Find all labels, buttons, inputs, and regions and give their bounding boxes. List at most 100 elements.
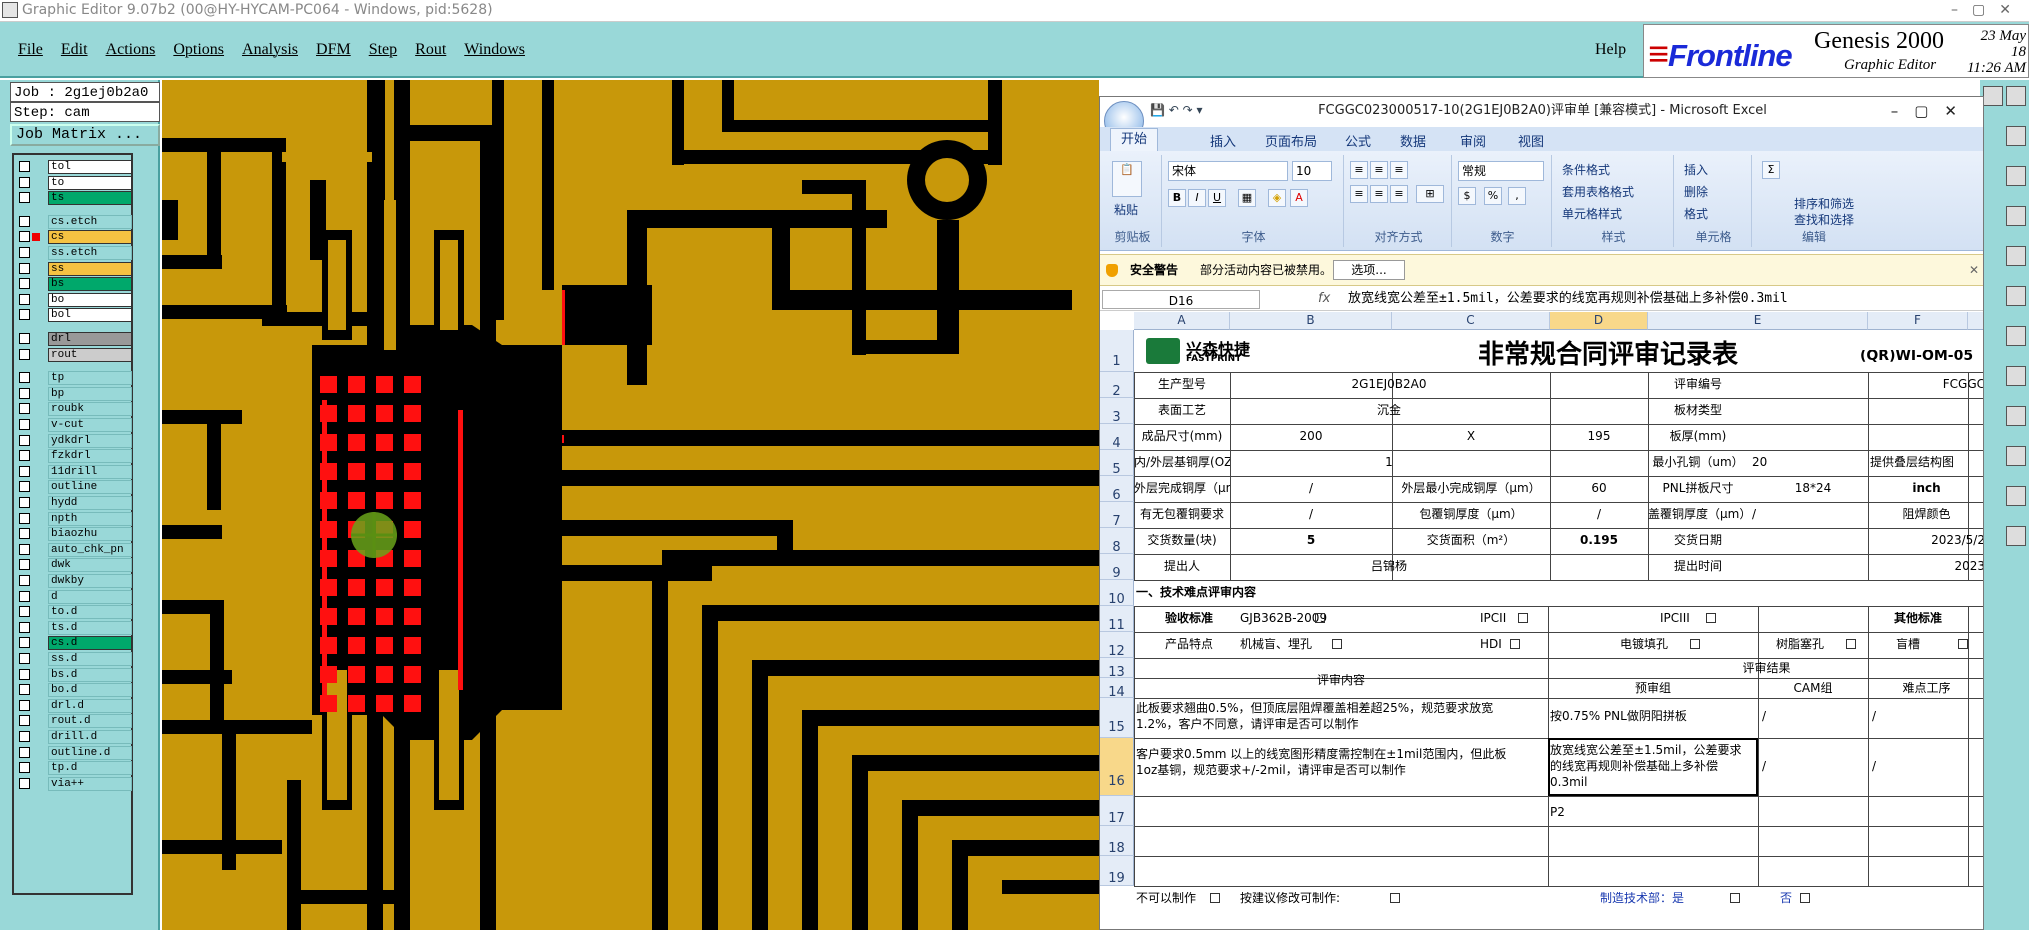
cell[interactable]: 20 [1752, 456, 1852, 469]
align-top-icon[interactable]: ≡ [1350, 161, 1368, 179]
sort-filter-button[interactable]: 排序和筛选 [1794, 197, 1854, 212]
cell[interactable]: PNL拼板尺寸 [1648, 482, 1748, 495]
checkbox[interactable] [1958, 639, 1968, 649]
menu-step[interactable]: Step [369, 41, 397, 59]
checkbox[interactable] [1315, 613, 1325, 623]
layer-name[interactable]: ts.d [48, 620, 132, 635]
zoom-icon[interactable] [1983, 86, 2003, 106]
layer-name[interactable]: auto_chk_pn [48, 542, 132, 557]
cell[interactable]: CAM组 [1758, 682, 1868, 695]
column-header[interactable]: B [1230, 312, 1392, 330]
fill-color-icon[interactable]: ◈ [1268, 189, 1286, 207]
layer-row[interactable]: cs [14, 229, 135, 245]
cell[interactable]: 表面工艺 [1134, 404, 1230, 417]
layer-name[interactable]: tp.d [48, 761, 132, 776]
layer-row[interactable]: auto_chk_pn [14, 542, 135, 557]
row-header[interactable]: 10 [1100, 580, 1134, 607]
layer-checkbox[interactable] [19, 590, 30, 602]
layer-row[interactable]: bs.d [14, 667, 135, 682]
row-header[interactable]: 5 [1100, 450, 1134, 477]
cell[interactable]: 交货日期 [1648, 534, 1748, 547]
underline-icon[interactable]: U [1208, 189, 1226, 207]
layer-checkbox[interactable] [19, 403, 30, 415]
layer-row[interactable]: drl.d [14, 698, 135, 713]
cell[interactable]: FCGGC [1868, 378, 1983, 391]
layer-checkbox[interactable] [19, 699, 30, 711]
layer-checkbox[interactable] [19, 575, 30, 586]
layer-checkbox[interactable] [19, 161, 30, 172]
cell[interactable]: GJB362B-2009 [1240, 612, 1360, 625]
ribbon-tab[interactable]: 插入 [1210, 131, 1236, 150]
column-header[interactable]: F [1868, 312, 1968, 330]
layer-row[interactable]: outline.d [14, 745, 135, 760]
layer-row[interactable]: fzkdrl [14, 448, 135, 464]
layer-name[interactable]: bo.d [48, 683, 132, 698]
row-header[interactable]: 14 [1100, 678, 1134, 700]
ribbon-tab[interactable]: 页面布局 [1265, 131, 1317, 150]
cell[interactable]: 此板要求翘曲0.5%，但顶底层阻焊覆盖相差超25%，规范要求放宽 [1136, 702, 1546, 715]
align-right-icon[interactable]: ≡ [1390, 185, 1408, 203]
layer-name[interactable]: drl.d [48, 698, 132, 713]
layer-row[interactable]: dwkby [14, 573, 135, 588]
layer-row[interactable]: bo [14, 292, 135, 307]
cell[interactable]: 195 [1550, 430, 1648, 443]
row-header[interactable]: 8 [1100, 528, 1134, 555]
row-header[interactable]: 15 [1100, 698, 1134, 738]
layer-checkbox[interactable] [19, 176, 30, 188]
cell[interactable]: 产品特点 [1134, 638, 1244, 651]
cell[interactable]: / [1872, 710, 1912, 723]
layer-checkbox[interactable] [19, 348, 30, 360]
layer-name[interactable]: outline [48, 480, 132, 495]
cell[interactable]: / [1762, 710, 1802, 723]
cell[interactable]: 5 [1230, 534, 1392, 547]
pan-icon[interactable] [2006, 326, 2026, 346]
layer-checkbox[interactable] [19, 278, 30, 290]
layer-row[interactable]: ydkdrl [14, 433, 135, 448]
layer-row[interactable]: drl [14, 331, 135, 346]
layer-row[interactable]: cs.etch [14, 214, 135, 229]
graphic-canvas[interactable] [162, 80, 1099, 930]
cell[interactable]: 提供叠层结构图 [1870, 456, 1983, 469]
row-header[interactable]: 13 [1100, 658, 1134, 680]
layer-checkbox[interactable] [19, 684, 30, 696]
layer-row[interactable]: ts.d [14, 620, 135, 635]
ribbon-tab[interactable]: 审阅 [1460, 131, 1486, 150]
menu-edit[interactable]: Edit [61, 41, 88, 59]
menu-file[interactable]: File [18, 41, 43, 59]
layer-checkbox[interactable] [19, 387, 30, 399]
flip-icon[interactable] [2006, 406, 2026, 426]
snap-icon[interactable] [2006, 246, 2026, 266]
layer-name[interactable]: rout [48, 347, 132, 362]
italic-icon[interactable]: I [1188, 189, 1206, 207]
layer-name[interactable]: cs.d [48, 636, 132, 651]
layer-checkbox[interactable] [19, 668, 30, 680]
job-matrix-button[interactable]: Job Matrix ... [10, 124, 160, 146]
menu-actions[interactable]: Actions [106, 41, 156, 59]
cell[interactable]: 不可以制作 [1136, 892, 1216, 905]
layer-name[interactable]: rout.d [48, 714, 132, 729]
column-header[interactable]: C [1392, 312, 1550, 330]
layout-icon[interactable] [2006, 126, 2026, 146]
row-header[interactable]: 16 [1100, 738, 1134, 796]
pointer-icon[interactable] [2006, 526, 2026, 546]
layer-name[interactable]: outline.d [48, 745, 132, 760]
checkbox[interactable] [1730, 893, 1740, 903]
cell[interactable]: 盖覆铜厚度（μm） [1648, 508, 1748, 521]
layer-row[interactable]: 11drill [14, 464, 135, 479]
align-bottom-icon[interactable]: ≡ [1390, 161, 1408, 179]
layer-checkbox[interactable] [19, 528, 30, 540]
layer-row[interactable]: hydd [14, 495, 135, 510]
fx-icon[interactable]: fx [1318, 289, 1330, 309]
menu-analysis[interactable]: Analysis [242, 41, 298, 59]
layer-checkbox[interactable] [19, 465, 30, 477]
cell[interactable]: inch [1868, 482, 1983, 495]
column-header[interactable]: G [1968, 312, 1983, 330]
checkbox[interactable] [1390, 893, 1400, 903]
cell[interactable]: 有无包覆铜要求 [1134, 508, 1230, 521]
align-center-icon[interactable]: ≡ [1370, 185, 1388, 203]
cell[interactable]: / [1762, 760, 1802, 773]
row-header[interactable]: 19 [1100, 856, 1134, 886]
cell[interactable]: 预审组 [1548, 682, 1758, 695]
layer-name[interactable]: bs.d [48, 667, 132, 682]
layer-checkbox[interactable] [19, 762, 30, 774]
